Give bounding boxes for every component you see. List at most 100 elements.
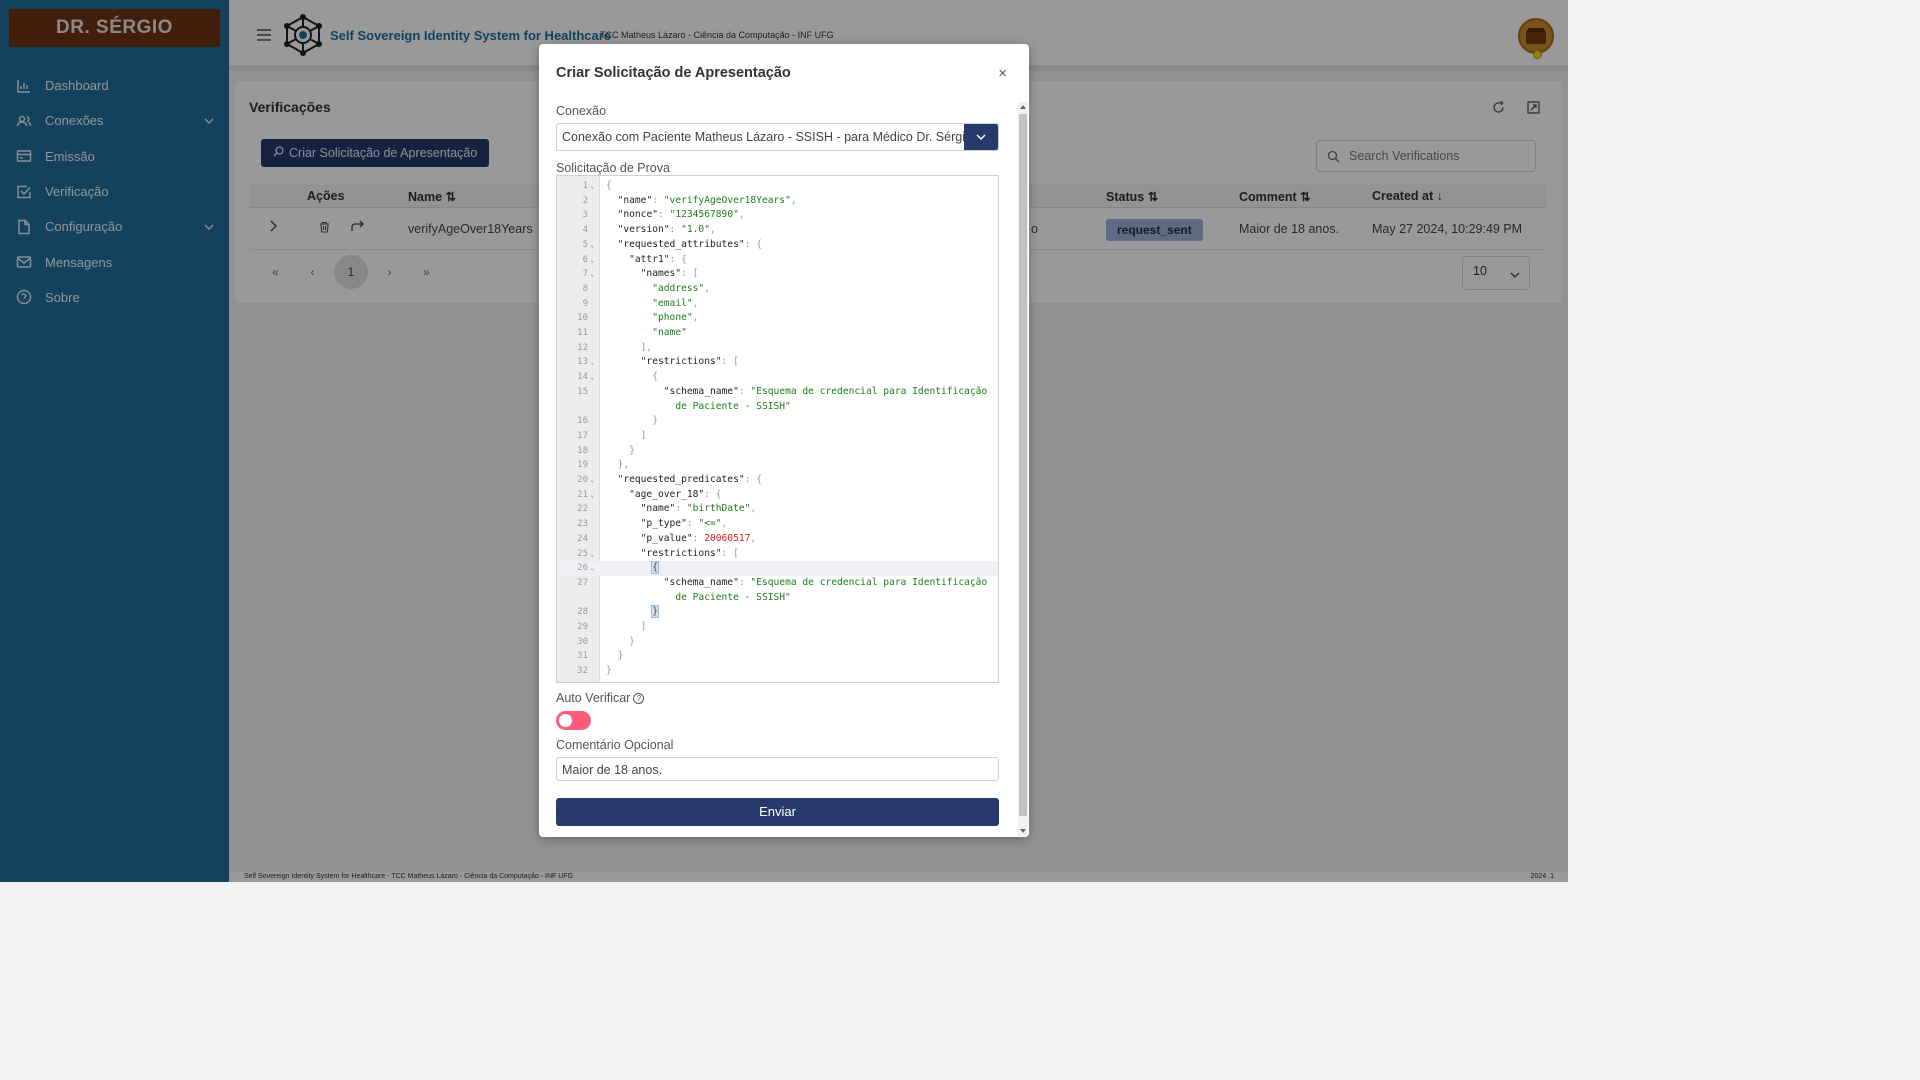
fold-chevron-icon[interactable]: ⌄: [590, 561, 595, 576]
code-line[interactable]: 26 ⌄ {: [557, 561, 998, 576]
code-text: },: [617, 459, 630, 471]
line-number: 31: [577, 651, 588, 662]
code-line[interactable]: 5 ⌄ "requested_attributes": {: [557, 238, 998, 253]
code-line[interactable]: 10 "phone",: [557, 311, 998, 326]
code-line[interactable]: 17 ]: [557, 429, 998, 444]
fold-chevron-icon[interactable]: ⌄: [590, 370, 595, 385]
code-line[interactable]: 7 ⌄ "names": [: [557, 267, 998, 282]
line-number: 24: [577, 533, 588, 544]
code-line[interactable]: 4 "version": "1.0",: [557, 223, 998, 238]
code-line[interactable]: 16 }: [557, 414, 998, 429]
code-line[interactable]: 3 "nonce": "1234567890",: [557, 208, 998, 223]
line-number: 25: [577, 548, 588, 559]
sidebar-backdrop[interactable]: [0, 0, 229, 882]
fold-chevron-icon[interactable]: ⌄: [590, 488, 595, 503]
code-text: ]: [640, 621, 647, 632]
code-text: }: [606, 665, 612, 677]
code-text: "email",: [652, 297, 699, 309]
code-text: }: [651, 605, 659, 619]
code-line[interactable]: 12 ],: [557, 341, 998, 356]
line-number: 27: [577, 577, 588, 588]
code-text: {: [606, 180, 612, 191]
chevron-down-icon[interactable]: [964, 124, 998, 150]
fold-chevron-icon[interactable]: ⌄: [590, 179, 595, 194]
line-number: 14: [577, 372, 588, 383]
code-line[interactable]: 18 }: [557, 444, 998, 459]
code-line[interactable]: 21 ⌄ "age_over_18": {: [557, 488, 998, 503]
modal-scrollbar[interactable]: [1018, 102, 1028, 836]
code-line[interactable]: de Paciente - SSISH": [557, 400, 998, 415]
scroll-up-arrow[interactable]: [1020, 105, 1026, 109]
line-number: 6: [582, 254, 588, 265]
code-line[interactable]: 15 "schema_name": "Esquema de credencial…: [557, 385, 998, 400]
code-line[interactable]: 6 ⌄ "attr1": {: [557, 253, 998, 268]
line-number: 19: [577, 460, 588, 471]
code-line[interactable]: 20 ⌄ "requested_predicates": {: [557, 473, 998, 488]
fold-chevron-icon[interactable]: ⌄: [590, 473, 595, 488]
code-line[interactable]: 8 "address",: [557, 282, 998, 297]
code-text: {: [651, 561, 659, 575]
code-text: "nonce": "1234567890",: [617, 209, 745, 221]
code-line[interactable]: 22 "name": "birthDate",: [557, 502, 998, 517]
line-number: 13: [577, 357, 588, 368]
code-text: }: [617, 650, 624, 662]
submit-button[interactable]: Enviar: [556, 798, 999, 826]
code-text: "schema_name": "Esquema de credencial pa…: [663, 576, 988, 588]
fold-chevron-icon[interactable]: ⌄: [590, 547, 595, 562]
scroll-down-arrow[interactable]: [1020, 829, 1026, 833]
fold-chevron-icon[interactable]: ⌄: [590, 267, 595, 282]
code-text: de Paciente - SSISH": [675, 591, 791, 603]
help-circle-icon[interactable]: ?: [633, 693, 645, 704]
code-text: ],: [640, 341, 653, 353]
line-number: 8: [582, 283, 588, 294]
line-number: 9: [582, 298, 588, 309]
fold-chevron-icon[interactable]: ⌄: [590, 355, 595, 370]
line-number: 15: [577, 386, 588, 397]
comment-label: Comentário Opcional: [556, 738, 674, 752]
code-line[interactable]: 29 ]: [557, 620, 998, 635]
code-line[interactable]: 32}: [557, 664, 998, 679]
line-number: 4: [582, 225, 588, 236]
fold-chevron-icon[interactable]: ⌄: [590, 238, 595, 253]
code-line[interactable]: 14 ⌄ {: [557, 370, 998, 385]
line-number: 12: [577, 342, 588, 353]
code-line[interactable]: 19 },: [557, 458, 998, 473]
auto-verify-toggle[interactable]: [556, 711, 591, 730]
code-line[interactable]: 30 }: [557, 635, 998, 650]
code-line[interactable]: 2 "name": "verifyAgeOver18Years",: [557, 194, 998, 209]
code-text: "version": "1.0",: [617, 224, 716, 236]
code-line[interactable]: 25 ⌄ "restrictions": [: [557, 547, 998, 562]
line-number: 28: [577, 607, 588, 618]
footer-backdrop: [229, 872, 1568, 882]
line-number: 16: [577, 416, 588, 427]
code-line[interactable]: 28 }: [557, 605, 998, 620]
code-line[interactable]: 1 ⌄ {: [557, 179, 998, 194]
code-line[interactable]: 31 }: [557, 649, 998, 664]
create-request-modal: Criar Solicitação de Apresentação × Cone…: [539, 44, 1029, 837]
code-text: }: [629, 444, 635, 456]
proof-request-label: Solicitação de Prova: [556, 161, 670, 175]
scroll-thumb[interactable]: [1019, 114, 1027, 816]
connection-select[interactable]: Conexão com Paciente Matheus Lázaro - SS…: [556, 123, 999, 151]
fold-chevron-icon[interactable]: ⌄: [590, 253, 595, 268]
proof-request-code-editor[interactable]: 1 ⌄{2 "name": "verifyAgeOver18Years", 3 "n…: [556, 175, 999, 683]
code-text: de Paciente - SSISH": [675, 400, 791, 412]
modal-title: Criar Solicitação de Apresentação: [556, 65, 791, 81]
code-line[interactable]: 27 "schema_name": "Esquema de credencial…: [557, 576, 998, 591]
code-text: "requested_predicates": {: [617, 474, 762, 485]
code-line[interactable]: 13 ⌄ "restrictions": [: [557, 355, 998, 370]
code-line[interactable]: 11 "name": [557, 326, 998, 341]
comment-field[interactable]: Maior de 18 anos.: [556, 757, 999, 781]
code-line[interactable]: 24 "p_value": 20060517,: [557, 532, 998, 547]
close-icon[interactable]: ×: [998, 65, 1007, 82]
code-line[interactable]: 9 "email",: [557, 297, 998, 312]
code-text: "restrictions": [: [640, 356, 739, 368]
connection-value: Conexão com Paciente Matheus Lázaro - SS…: [562, 130, 972, 144]
code-text: {: [652, 371, 658, 383]
code-line[interactable]: 23 "p_type": "<=",: [557, 517, 998, 532]
code-text: "p_value": 20060517,: [640, 532, 757, 544]
auto-verify-label: Auto Verificar?: [556, 691, 645, 705]
line-number: 21: [577, 489, 588, 500]
code-line[interactable]: de Paciente - SSISH": [557, 591, 998, 606]
line-number: 22: [577, 504, 588, 515]
